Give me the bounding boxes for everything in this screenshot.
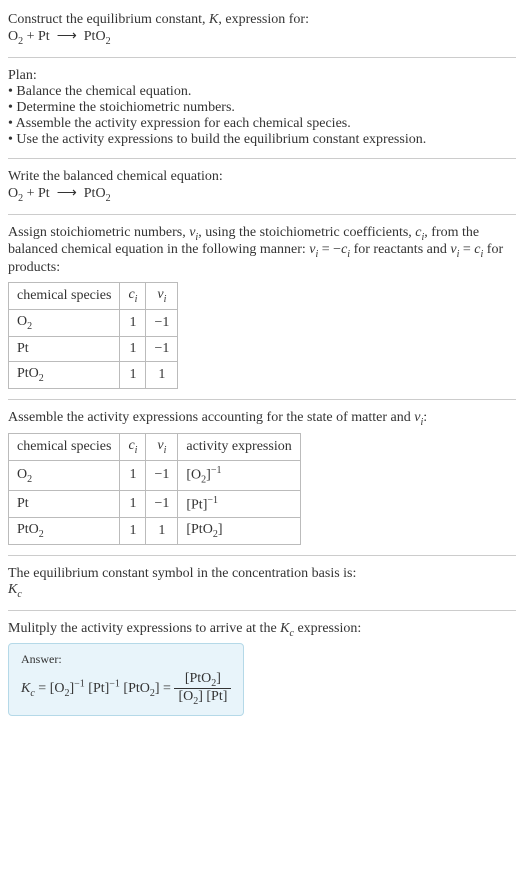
- answer-lhs: Kc = [O2]−1 [Pt]−1 [PtO2] =: [21, 681, 174, 696]
- cell-c: 1: [120, 490, 146, 518]
- activity-section: Assemble the activity expressions accoun…: [8, 404, 516, 552]
- balanced-equation: O2 + Pt ⟶ PtO2: [8, 185, 516, 204]
- divider: [8, 610, 516, 611]
- answer-fraction: [PtO2] [O2] [Pt]: [174, 671, 231, 708]
- divider: [8, 555, 516, 556]
- divider: [8, 214, 516, 215]
- activity-intro: Assemble the activity expressions accoun…: [8, 410, 516, 428]
- prompt-text-2: , expression for:: [218, 12, 309, 27]
- cell-v: −1: [146, 336, 178, 361]
- divider: [8, 399, 516, 400]
- activity-table: chemical species ci νi activity expressi…: [8, 433, 301, 545]
- balanced-title: Write the balanced chemical equation:: [8, 169, 516, 185]
- answer-denominator: [O2] [Pt]: [174, 689, 231, 707]
- multiply-section: Mulitply the activity expressions to arr…: [8, 615, 516, 722]
- kc-symbol-title: The equilibrium constant symbol in the c…: [8, 566, 516, 582]
- stoich-table: chemical species ci νi O2 1 −1 Pt 1 −1 P…: [8, 282, 178, 388]
- col-v: νi: [146, 434, 178, 461]
- cell-c: 1: [120, 309, 146, 336]
- balanced-section: Write the balanced chemical equation: O2…: [8, 163, 516, 210]
- cell-species: O2: [9, 461, 120, 490]
- answer-numerator: [PtO2]: [174, 671, 231, 690]
- col-c: ci: [120, 434, 146, 461]
- kc-symbol-section: The equilibrium constant symbol in the c…: [8, 560, 516, 606]
- table-row: O2 1 −1 [O2]−1: [9, 461, 301, 490]
- divider: [8, 57, 516, 58]
- table-header-row: chemical species ci νi activity expressi…: [9, 434, 301, 461]
- divider: [8, 158, 516, 159]
- plan-item-1: • Determine the stoichiometric numbers.: [8, 100, 516, 116]
- cell-v: −1: [146, 490, 178, 518]
- cell-species: O2: [9, 309, 120, 336]
- cell-species: Pt: [9, 490, 120, 518]
- cell-activity: [PtO2]: [178, 518, 300, 545]
- cell-v: 1: [146, 518, 178, 545]
- stoich-intro: Assign stoichiometric numbers, νi, using…: [8, 225, 516, 277]
- k-variable: K: [209, 12, 218, 27]
- stoich-section: Assign stoichiometric numbers, νi, using…: [8, 219, 516, 395]
- col-species: chemical species: [9, 283, 120, 310]
- cell-species: PtO2: [9, 361, 120, 388]
- cell-v: −1: [146, 461, 178, 490]
- col-v: νi: [146, 283, 178, 310]
- plan-item-2: • Assemble the activity expression for e…: [8, 116, 516, 132]
- cell-c: 1: [120, 518, 146, 545]
- prompt-equation: O2 + Pt ⟶ PtO2: [8, 28, 516, 47]
- cell-species: Pt: [9, 336, 120, 361]
- cell-v: −1: [146, 309, 178, 336]
- table-row: O2 1 −1: [9, 309, 178, 336]
- answer-box: Answer: Kc = [O2]−1 [Pt]−1 [PtO2] = [PtO…: [8, 643, 244, 717]
- table-row: PtO2 1 1 [PtO2]: [9, 518, 301, 545]
- table-row: Pt 1 −1 [Pt]−1: [9, 490, 301, 518]
- answer-label: Answer:: [21, 652, 231, 667]
- plan-item-3: • Use the activity expressions to build …: [8, 132, 516, 148]
- prompt-text-1: Construct the equilibrium constant,: [8, 12, 209, 27]
- kc-symbol: Kc: [8, 582, 516, 600]
- cell-activity: [O2]−1: [178, 461, 300, 490]
- cell-c: 1: [120, 361, 146, 388]
- prompt-section: Construct the equilibrium constant, K, e…: [8, 6, 516, 53]
- cell-c: 1: [120, 461, 146, 490]
- multiply-title: Mulitply the activity expressions to arr…: [8, 621, 516, 639]
- answer-expression: Kc = [O2]−1 [Pt]−1 [PtO2] = [PtO2] [O2] …: [21, 671, 231, 708]
- table-header-row: chemical species ci νi: [9, 283, 178, 310]
- col-c: ci: [120, 283, 146, 310]
- plan-item-0: • Balance the chemical equation.: [8, 84, 516, 100]
- cell-c: 1: [120, 336, 146, 361]
- cell-v: 1: [146, 361, 178, 388]
- plan-section: Plan: • Balance the chemical equation. •…: [8, 62, 516, 154]
- table-row: Pt 1 −1: [9, 336, 178, 361]
- plan-title: Plan:: [8, 68, 516, 84]
- prompt-line: Construct the equilibrium constant, K, e…: [8, 12, 516, 28]
- cell-activity: [Pt]−1: [178, 490, 300, 518]
- col-species: chemical species: [9, 434, 120, 461]
- col-activity: activity expression: [178, 434, 300, 461]
- table-row: PtO2 1 1: [9, 361, 178, 388]
- cell-species: PtO2: [9, 518, 120, 545]
